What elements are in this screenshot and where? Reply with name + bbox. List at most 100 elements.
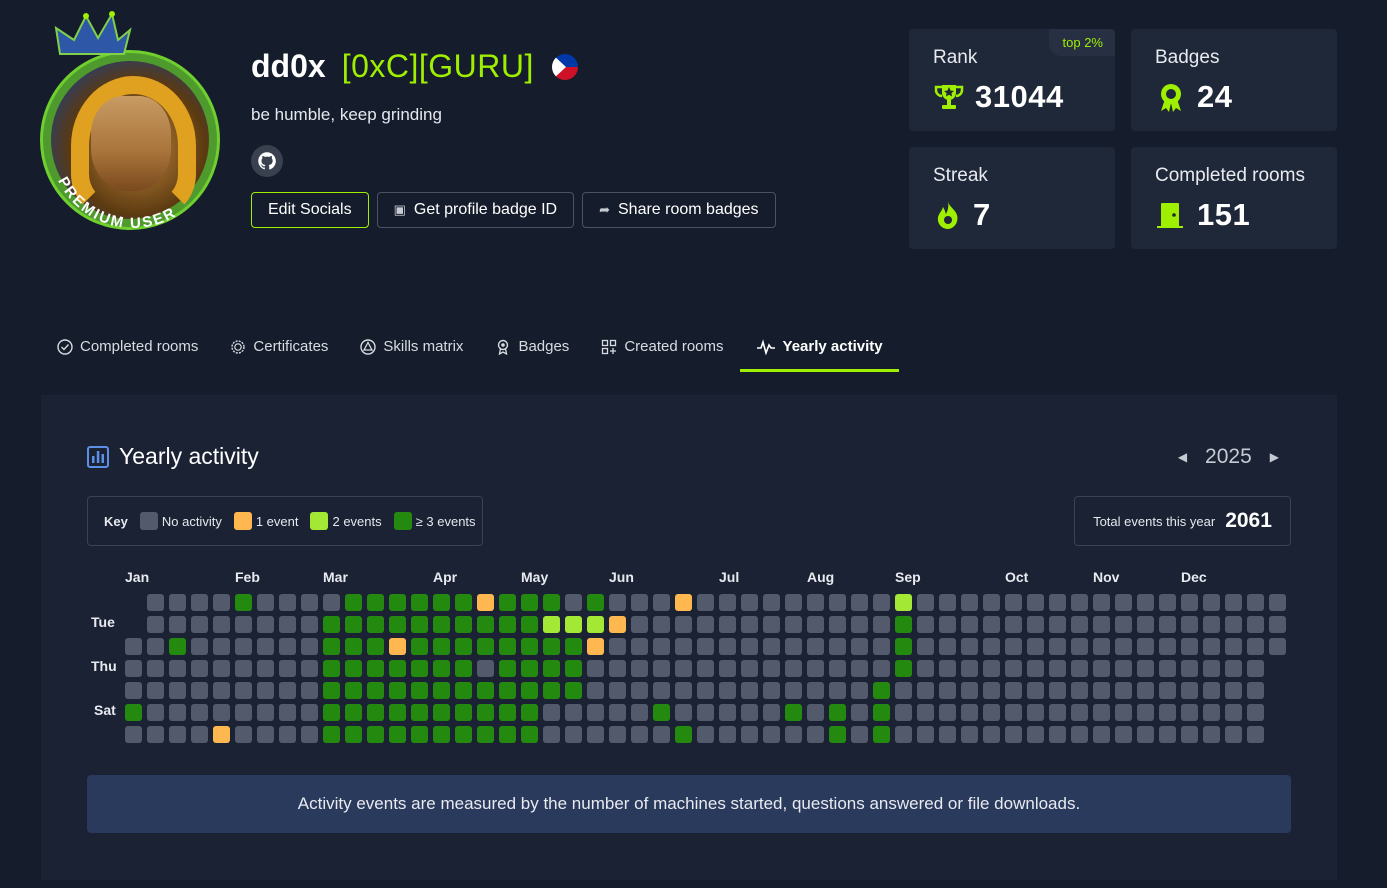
- activity-cell[interactable]: [257, 660, 274, 677]
- activity-cell[interactable]: [235, 660, 252, 677]
- activity-cell[interactable]: [499, 594, 516, 611]
- activity-cell[interactable]: [697, 638, 714, 655]
- activity-cell[interactable]: [1181, 638, 1198, 655]
- activity-cell[interactable]: [213, 726, 230, 743]
- activity-cell[interactable]: [961, 616, 978, 633]
- activity-cell[interactable]: [961, 638, 978, 655]
- activity-cell[interactable]: [807, 660, 824, 677]
- activity-cell[interactable]: [477, 682, 494, 699]
- activity-cell[interactable]: [565, 616, 582, 633]
- activity-cell[interactable]: [213, 616, 230, 633]
- activity-cell[interactable]: [213, 660, 230, 677]
- activity-cell[interactable]: [587, 726, 604, 743]
- activity-cell[interactable]: [1269, 616, 1286, 633]
- activity-cell[interactable]: [345, 660, 362, 677]
- activity-cell[interactable]: [257, 682, 274, 699]
- activity-cell[interactable]: [125, 660, 142, 677]
- activity-cell[interactable]: [873, 616, 890, 633]
- activity-cell[interactable]: [829, 638, 846, 655]
- tab-yearly-activity[interactable]: Yearly activity: [739, 324, 899, 372]
- activity-cell[interactable]: [785, 594, 802, 611]
- activity-cell[interactable]: [917, 726, 934, 743]
- activity-cell[interactable]: [169, 660, 186, 677]
- activity-cell[interactable]: [169, 682, 186, 699]
- tab-badges[interactable]: Badges: [479, 324, 585, 372]
- activity-cell[interactable]: [1027, 682, 1044, 699]
- activity-cell[interactable]: [1071, 726, 1088, 743]
- activity-cell[interactable]: [257, 704, 274, 721]
- activity-cell[interactable]: [1005, 682, 1022, 699]
- activity-cell[interactable]: [1071, 704, 1088, 721]
- activity-cell[interactable]: [851, 616, 868, 633]
- activity-cell[interactable]: [741, 704, 758, 721]
- activity-cell[interactable]: [301, 594, 318, 611]
- activity-cell[interactable]: [301, 682, 318, 699]
- activity-cell[interactable]: [631, 660, 648, 677]
- activity-cell[interactable]: [785, 638, 802, 655]
- activity-cell[interactable]: [191, 638, 208, 655]
- activity-cell[interactable]: [1093, 660, 1110, 677]
- activity-cell[interactable]: [587, 660, 604, 677]
- activity-cell[interactable]: [147, 616, 164, 633]
- activity-cell[interactable]: [1115, 726, 1132, 743]
- activity-cell[interactable]: [763, 616, 780, 633]
- activity-cell[interactable]: [521, 638, 538, 655]
- activity-cell[interactable]: [521, 660, 538, 677]
- activity-cell[interactable]: [301, 660, 318, 677]
- activity-cell[interactable]: [235, 638, 252, 655]
- activity-cell[interactable]: [1115, 660, 1132, 677]
- activity-cell[interactable]: [719, 726, 736, 743]
- activity-cell[interactable]: [1049, 594, 1066, 611]
- activity-cell[interactable]: [741, 638, 758, 655]
- activity-cell[interactable]: [719, 704, 736, 721]
- activity-cell[interactable]: [257, 616, 274, 633]
- activity-cell[interactable]: [433, 726, 450, 743]
- activity-cell[interactable]: [147, 660, 164, 677]
- activity-cell[interactable]: [411, 594, 428, 611]
- activity-cell[interactable]: [433, 616, 450, 633]
- activity-cell[interactable]: [1115, 704, 1132, 721]
- activity-cell[interactable]: [191, 660, 208, 677]
- activity-cell[interactable]: [169, 638, 186, 655]
- activity-cell[interactable]: [917, 616, 934, 633]
- activity-cell[interactable]: [279, 616, 296, 633]
- activity-cell[interactable]: [983, 660, 1000, 677]
- activity-cell[interactable]: [939, 726, 956, 743]
- activity-cell[interactable]: [125, 704, 142, 721]
- activity-cell[interactable]: [719, 594, 736, 611]
- activity-cell[interactable]: [1137, 682, 1154, 699]
- activity-cell[interactable]: [455, 704, 472, 721]
- activity-cell[interactable]: [939, 704, 956, 721]
- activity-cell[interactable]: [697, 726, 714, 743]
- activity-cell[interactable]: [1027, 638, 1044, 655]
- activity-cell[interactable]: [345, 616, 362, 633]
- activity-cell[interactable]: [719, 660, 736, 677]
- activity-cell[interactable]: [631, 638, 648, 655]
- activity-cell[interactable]: [1269, 638, 1286, 655]
- activity-cell[interactable]: [1027, 594, 1044, 611]
- activity-cell[interactable]: [851, 660, 868, 677]
- activity-cell[interactable]: [323, 594, 340, 611]
- activity-cell[interactable]: [1225, 638, 1242, 655]
- activity-cell[interactable]: [829, 704, 846, 721]
- activity-cell[interactable]: [1137, 726, 1154, 743]
- activity-cell[interactable]: [1049, 638, 1066, 655]
- activity-cell[interactable]: [939, 682, 956, 699]
- activity-cell[interactable]: [433, 704, 450, 721]
- activity-cell[interactable]: [1225, 726, 1242, 743]
- activity-cell[interactable]: [851, 638, 868, 655]
- activity-cell[interactable]: [411, 638, 428, 655]
- activity-cell[interactable]: [697, 682, 714, 699]
- activity-cell[interactable]: [1269, 594, 1286, 611]
- activity-cell[interactable]: [235, 726, 252, 743]
- activity-cell[interactable]: [279, 638, 296, 655]
- activity-cell[interactable]: [301, 638, 318, 655]
- activity-cell[interactable]: [389, 594, 406, 611]
- activity-cell[interactable]: [455, 726, 472, 743]
- activity-cell[interactable]: [521, 726, 538, 743]
- activity-cell[interactable]: [1247, 660, 1264, 677]
- activity-cell[interactable]: [1071, 682, 1088, 699]
- activity-cell[interactable]: [1137, 660, 1154, 677]
- activity-cell[interactable]: [455, 594, 472, 611]
- activity-cell[interactable]: [411, 704, 428, 721]
